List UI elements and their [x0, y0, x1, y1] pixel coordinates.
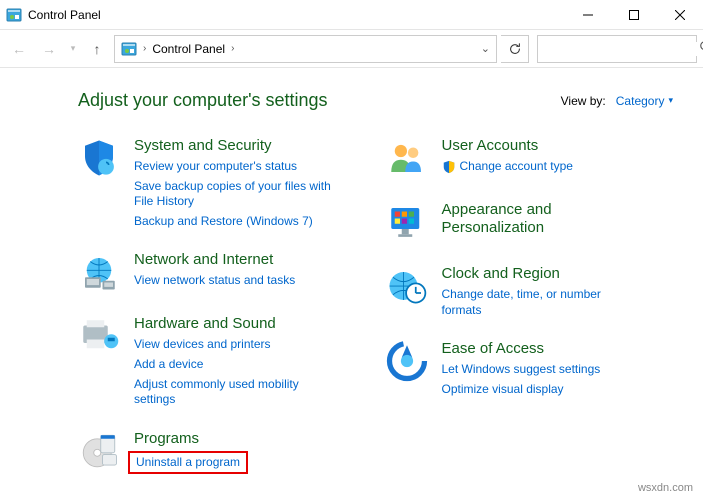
view-by-dropdown[interactable]: Category ▾ — [616, 94, 673, 108]
printer-hardware-icon[interactable] — [78, 315, 120, 357]
right-column: User Accounts Change account type — [386, 137, 674, 474]
task-link[interactable]: Optimize visual display — [442, 382, 564, 398]
titlebar: Control Panel — [0, 0, 703, 30]
close-button[interactable] — [657, 0, 703, 30]
category-title-link[interactable]: Programs — [134, 430, 199, 448]
category-title-link[interactable]: System and Security — [134, 137, 272, 155]
watermark: wsxdn.com — [638, 482, 693, 494]
category-title-link[interactable]: Clock and Region — [442, 265, 560, 283]
task-link[interactable]: View devices and printers — [134, 337, 271, 353]
category-title-link[interactable]: Ease of Access — [442, 340, 545, 358]
category-title-link[interactable]: Appearance and Personalization — [442, 201, 622, 237]
search-input[interactable] — [544, 42, 699, 56]
task-link[interactable]: View network status and tasks — [134, 273, 295, 289]
category-network-internet: Network and Internet View network status… — [78, 251, 366, 293]
category-system-security: System and Security Review your computer… — [78, 137, 366, 229]
back-button[interactable]: ← — [6, 36, 32, 62]
task-link[interactable]: Change account type — [460, 159, 573, 175]
category-clock-region: Clock and Region Change date, time, or n… — [386, 265, 674, 318]
task-link[interactable]: Let Windows suggest settings — [442, 362, 601, 378]
left-column: System and Security Review your computer… — [78, 137, 366, 474]
task-link[interactable]: Backup and Restore (Windows 7) — [134, 214, 313, 230]
chevron-down-icon[interactable]: ⌄ — [481, 42, 490, 55]
up-button[interactable]: ↑ — [84, 36, 110, 62]
user-accounts-icon[interactable] — [386, 137, 428, 179]
chevron-right-icon[interactable]: › — [143, 43, 146, 54]
window-title: Control Panel — [28, 8, 565, 22]
highlight-box: Uninstall a program — [128, 451, 248, 475]
shield-icon[interactable] — [78, 137, 120, 179]
category-title-link[interactable]: User Accounts — [442, 137, 539, 155]
page-heading: Adjust your computer's settings — [78, 90, 328, 111]
task-link[interactable]: Adjust commonly used mobility settings — [134, 377, 334, 408]
task-link[interactable]: Save backup copies of your files with Fi… — [134, 179, 334, 210]
ease-of-access-icon[interactable] — [386, 340, 428, 382]
forward-button[interactable]: → — [36, 36, 62, 62]
category-programs: Programs Uninstall a program — [78, 430, 366, 475]
recent-dropdown[interactable]: ▾ — [66, 36, 80, 62]
minimize-button[interactable] — [565, 0, 611, 30]
content-area: Adjust your computer's settings View by:… — [0, 68, 703, 474]
view-by-selector: View by: Category ▾ — [561, 94, 673, 108]
clock-region-icon[interactable] — [386, 265, 428, 307]
chevron-right-icon[interactable]: › — [231, 43, 234, 54]
task-link[interactable]: Change date, time, or number formats — [442, 287, 642, 318]
task-link-uninstall-program[interactable]: Uninstall a program — [136, 455, 240, 469]
maximize-button[interactable] — [611, 0, 657, 30]
category-ease-of-access: Ease of Access Let Windows suggest setti… — [386, 340, 674, 397]
category-user-accounts: User Accounts Change account type — [386, 137, 674, 179]
shield-admin-icon — [442, 160, 456, 174]
breadcrumb[interactable]: Control Panel — [152, 42, 225, 56]
category-appearance-personalization: Appearance and Personalization — [386, 201, 674, 243]
task-link[interactable]: Add a device — [134, 357, 203, 373]
caret-down-icon: ▾ — [668, 95, 673, 106]
view-by-label: View by: — [561, 94, 606, 108]
address-bar[interactable]: › Control Panel › ⌄ — [114, 35, 497, 63]
category-hardware-sound: Hardware and Sound View devices and prin… — [78, 315, 366, 407]
content-header: Adjust your computer's settings View by:… — [78, 90, 673, 111]
globe-network-icon[interactable] — [78, 251, 120, 293]
control-panel-icon — [6, 7, 22, 23]
category-title-link[interactable]: Network and Internet — [134, 251, 273, 269]
task-link[interactable]: Review your computer's status — [134, 159, 297, 175]
category-title-link[interactable]: Hardware and Sound — [134, 315, 276, 333]
programs-disc-icon[interactable] — [78, 430, 120, 472]
appearance-icon[interactable] — [386, 201, 428, 243]
toolbar: ← → ▾ ↑ › Control Panel › ⌄ — [0, 30, 703, 68]
control-panel-icon — [121, 41, 137, 57]
refresh-button[interactable] — [501, 35, 529, 63]
categories-grid: System and Security Review your computer… — [78, 137, 673, 474]
search-icon[interactable] — [699, 40, 703, 57]
search-box[interactable] — [537, 35, 697, 63]
